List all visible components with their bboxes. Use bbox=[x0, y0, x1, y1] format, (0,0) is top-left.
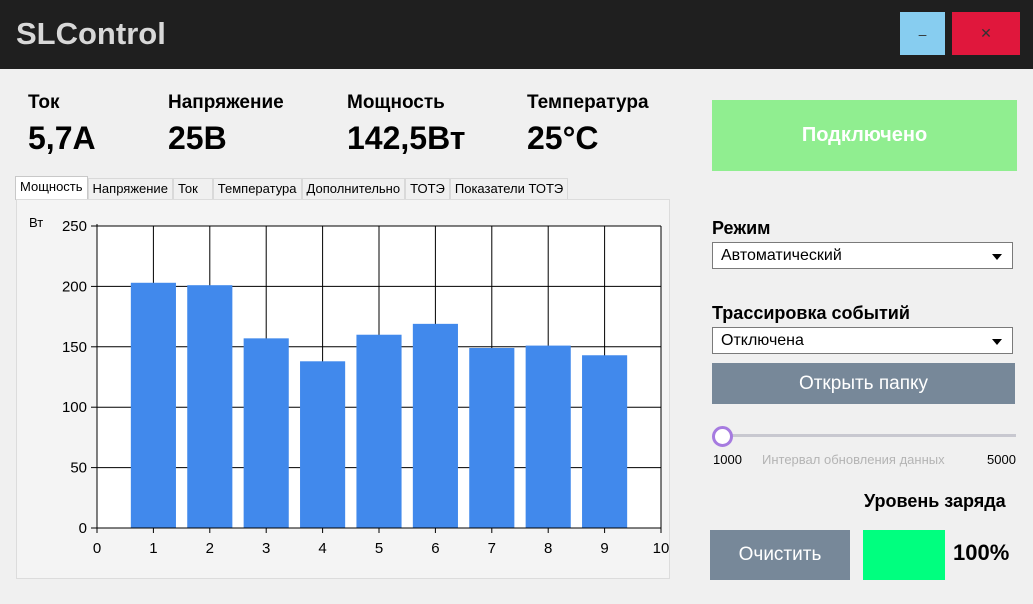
tab-power[interactable]: Мощность bbox=[15, 176, 88, 200]
app-title: SLControl bbox=[16, 16, 166, 51]
tracing-label: Трассировка событий bbox=[712, 303, 910, 323]
tab-temperature[interactable]: Температура bbox=[212, 178, 302, 199]
metric-voltage: Напряжение 25В bbox=[168, 92, 284, 157]
x-tick-label: 9 bbox=[600, 540, 608, 557]
y-axis-label: Вт bbox=[29, 215, 43, 230]
metric-temperature: Температура 25°С bbox=[527, 92, 649, 157]
y-tick-label: 200 bbox=[62, 278, 87, 295]
x-tick-label: 7 bbox=[488, 540, 496, 557]
battery-percent: 100% bbox=[953, 540, 1010, 565]
metric-power: Мощность 142,5Вт bbox=[347, 92, 465, 157]
chart-bar bbox=[412, 323, 458, 528]
y-tick-label: 0 bbox=[79, 520, 87, 537]
y-tick-label: 100 bbox=[62, 399, 87, 416]
tracing-select[interactable]: Отключена bbox=[712, 327, 1013, 354]
tab-sofc[interactable]: ТОТЭ bbox=[405, 178, 450, 199]
mode-label: Режим bbox=[712, 218, 771, 238]
metric-current: Ток 5,7А bbox=[28, 92, 96, 157]
chart-bar bbox=[525, 345, 571, 528]
chart-bar bbox=[356, 334, 402, 528]
mode-select[interactable]: Автоматический bbox=[712, 242, 1013, 269]
slider-caption: Интервал обновления данных bbox=[762, 452, 945, 467]
mode-selected-value: Автоматический bbox=[721, 246, 842, 264]
chevron-down-icon bbox=[992, 339, 1002, 345]
battery-label: Уровень заряда bbox=[864, 491, 1006, 511]
minimize-button[interactable]: – bbox=[900, 12, 945, 55]
metric-voltage-label: Напряжение bbox=[168, 92, 284, 113]
x-tick-label: 8 bbox=[544, 540, 552, 557]
y-tick-label: 50 bbox=[70, 460, 87, 477]
slider-max-label: 5000 bbox=[987, 452, 1016, 467]
chart-bar bbox=[300, 361, 346, 528]
metric-current-value: 5,7А bbox=[28, 120, 96, 156]
metric-voltage-value: 25В bbox=[168, 120, 227, 156]
chart-tabs: Мощность Напряжение Ток Температура Допо… bbox=[15, 176, 569, 200]
x-tick-label: 0 bbox=[93, 540, 101, 557]
x-tick-label: 4 bbox=[318, 540, 326, 557]
chart-bar bbox=[582, 355, 628, 528]
chevron-down-icon bbox=[992, 254, 1002, 260]
tab-additional[interactable]: Дополнительно bbox=[301, 178, 406, 199]
slider-min-label: 1000 bbox=[713, 452, 742, 467]
clear-button[interactable]: Очистить bbox=[710, 530, 850, 580]
x-tick-label: 1 bbox=[149, 540, 157, 557]
chart-bar bbox=[187, 285, 233, 528]
x-tick-label: 6 bbox=[431, 540, 439, 557]
tab-current[interactable]: Ток bbox=[172, 178, 213, 199]
x-tick-label: 10 bbox=[653, 540, 669, 557]
tab-voltage[interactable]: Напряжение bbox=[87, 178, 173, 199]
metric-power-value: 142,5Вт bbox=[347, 120, 466, 156]
metric-power-label: Мощность bbox=[347, 92, 445, 113]
metric-temperature-label: Температура bbox=[527, 92, 649, 113]
metric-current-label: Ток bbox=[28, 92, 60, 113]
chart-bar bbox=[469, 348, 515, 528]
y-tick-label: 150 bbox=[62, 339, 87, 356]
metric-temperature-value: 25°С bbox=[527, 120, 599, 156]
chart-bar bbox=[243, 338, 289, 528]
tab-sofc-indicators[interactable]: Показатели ТОТЭ bbox=[449, 178, 569, 199]
x-tick-label: 5 bbox=[375, 540, 383, 557]
connect-button[interactable]: Подключено bbox=[712, 100, 1017, 171]
y-tick-label: 250 bbox=[62, 218, 87, 235]
power-chart: 050100150200250012345678910 Вт с bbox=[29, 215, 690, 571]
close-button[interactable]: ✕ bbox=[952, 12, 1020, 55]
x-tick-label: 2 bbox=[206, 540, 214, 557]
interval-slider-thumb[interactable] bbox=[712, 426, 733, 447]
battery-indicator bbox=[863, 530, 945, 580]
interval-slider-track[interactable] bbox=[722, 434, 1016, 437]
x-tick-label: 3 bbox=[262, 540, 270, 557]
title-bar: SLControl – ✕ bbox=[0, 0, 1033, 69]
minimize-icon: – bbox=[918, 25, 927, 42]
chart-panel: 050100150200250012345678910 Вт с bbox=[16, 199, 690, 579]
tracing-selected-value: Отключена bbox=[721, 331, 804, 349]
close-icon: ✕ bbox=[980, 25, 992, 41]
open-folder-button[interactable]: Открыть папку bbox=[712, 363, 1015, 404]
chart-bar bbox=[130, 282, 176, 528]
